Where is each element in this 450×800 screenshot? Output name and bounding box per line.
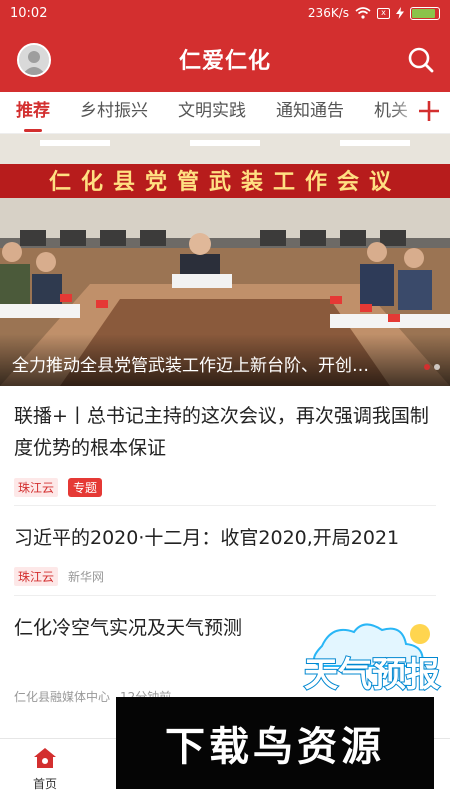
tab-civilization-practice[interactable]: 文明实践 <box>178 92 246 133</box>
status-time: 10:02 <box>10 5 48 21</box>
news-meta: 珠江云 新华网 <box>14 567 104 586</box>
publisher: 新华网 <box>68 570 105 584</box>
search-icon[interactable] <box>406 45 436 75</box>
banner-caption-overlay: 全力推动全县党管武装工作迈上新台阶、开创… <box>0 334 450 386</box>
nav-home-label: 首页 <box>32 777 57 791</box>
news-title[interactable]: 习近平的2020·十二月：收官2020,开局2021 <box>14 522 436 554</box>
app-header: 仁爱仁化 <box>0 26 450 92</box>
sim-icon: x <box>377 7 390 19</box>
channel-tabs: 推荐 乡村振兴 文明实践 通知通告 机关 <box>0 92 450 134</box>
wifi-icon <box>355 7 371 19</box>
news-item[interactable]: 联播+丨总书记主持的这次会议，再次强调我国制度优势的根本保证 珠江云 专题 <box>0 386 450 506</box>
wall-banner-text: 仁化县党管武装工作会议 <box>49 169 401 195</box>
battery-level <box>412 8 435 18</box>
carousel-dot[interactable] <box>434 364 440 370</box>
tab-notices[interactable]: 通知通告 <box>276 92 344 133</box>
status-bar: 10:02 236K/s x <box>0 0 450 26</box>
banner-carousel[interactable]: 仁化县党管武装工作会议 全力推动全县党管武装工作迈上新台阶、开创… <box>0 134 450 386</box>
news-title[interactable]: 联播+丨总书记主持的这次会议，再次强调我国制度优势的根本保证 <box>14 400 436 464</box>
carousel-dot[interactable] <box>424 364 430 370</box>
source-tag: 珠江云 <box>14 478 59 497</box>
charging-icon <box>396 7 404 19</box>
topic-tag: 专题 <box>68 478 103 497</box>
carousel-dots <box>424 364 440 370</box>
news-title[interactable]: 仁化冷空气实况及天气预测 <box>14 612 300 644</box>
weather-sticker-text: 天气预报 <box>304 655 440 694</box>
source-tag: 珠江云 <box>14 567 59 586</box>
home-icon <box>34 748 56 768</box>
tab-recommend[interactable]: 推荐 <box>16 92 50 133</box>
nav-home[interactable]: 首页 <box>20 747 70 792</box>
status-indicators: 236K/s x <box>308 6 440 20</box>
tab-rural-revitalization[interactable]: 乡村振兴 <box>80 92 148 133</box>
app-title: 仁爱仁化 <box>178 49 271 74</box>
battery-icon <box>410 6 440 20</box>
banner-caption[interactable]: 全力推动全县党管武装工作迈上新台阶、开创… <box>12 351 412 376</box>
weather-forecast-thumbnail[interactable]: 天气预报 <box>302 616 442 696</box>
user-avatar-icon[interactable] <box>17 43 51 77</box>
watermark-overlay: 下载鸟资源 <box>116 697 434 789</box>
news-meta: 珠江云 专题 <box>14 478 103 497</box>
plus-icon[interactable] <box>416 98 442 124</box>
net-speed: 236K/s <box>307 6 349 20</box>
publisher: 仁化县融媒体中心 <box>14 690 111 704</box>
avatar-silhouette <box>19 45 49 75</box>
news-item[interactable]: 习近平的2020·十二月：收官2020,开局2021 珠江云 新华网 <box>0 506 450 596</box>
